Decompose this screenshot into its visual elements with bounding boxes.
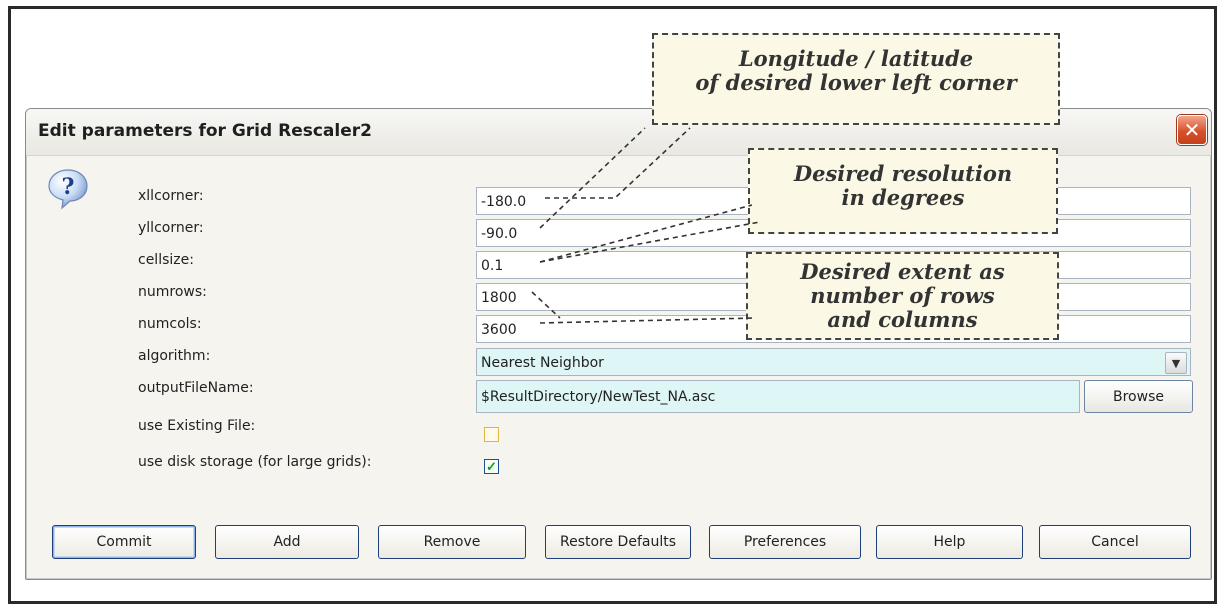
algorithm-select[interactable]: Nearest Neighbor ▼ (476, 348, 1191, 376)
restore-defaults-button[interactable]: Restore Defaults (545, 525, 691, 559)
xllcorner-label: xllcorner: (138, 188, 204, 204)
dialog-title: Edit parameters for Grid Rescaler2 (38, 121, 372, 141)
output-filename-label: outputFileName: (138, 380, 254, 396)
question-icon: ? (48, 169, 88, 210)
close-icon: ✕ (1183, 118, 1201, 142)
use-disk-storage-label: use disk storage (for large grids): (138, 454, 372, 470)
callout-extent: Desired extent as number of rows and col… (746, 252, 1059, 340)
add-button[interactable]: Add (215, 525, 359, 559)
remove-button[interactable]: Remove (378, 525, 526, 559)
callout-lower-left-line-2: of desired lower left corner (695, 70, 1017, 95)
callout-extent-line-2: number of rows (810, 283, 995, 308)
numrows-label: numrows: (138, 284, 207, 300)
output-filename-field[interactable]: $ResultDirectory/NewTest_NA.asc (476, 380, 1080, 413)
callout-extent-line-1: Desired extent as (800, 259, 1005, 284)
svg-text:?: ? (62, 174, 75, 200)
algorithm-label: algorithm: (138, 348, 211, 364)
commit-button[interactable]: Commit (52, 525, 196, 559)
callout-resolution-line-2: in degrees (841, 185, 965, 210)
callout-resolution: Desired resolution in degrees (748, 148, 1058, 234)
use-existing-file-label: use Existing File: (138, 418, 256, 434)
help-button[interactable]: Help (876, 525, 1023, 559)
callout-lower-left-corner: Longitude / latitude of desired lower le… (652, 33, 1060, 125)
use-disk-storage-checkbox[interactable]: ✓ (484, 459, 499, 474)
chevron-down-icon[interactable]: ▼ (1165, 352, 1187, 374)
callout-lower-left-line-1: Longitude / latitude (738, 46, 974, 71)
cellsize-label: cellsize: (138, 252, 194, 268)
callout-resolution-line-1: Desired resolution (793, 161, 1013, 186)
browse-button[interactable]: Browse (1084, 380, 1193, 413)
callout-extent-line-3: and columns (827, 307, 978, 332)
algorithm-selected-value: Nearest Neighbor (481, 355, 604, 371)
use-existing-file-checkbox[interactable] (484, 427, 499, 442)
numcols-label: numcols: (138, 316, 202, 332)
close-button[interactable]: ✕ (1177, 115, 1207, 145)
cancel-button[interactable]: Cancel (1039, 525, 1191, 559)
yllcorner-label: yllcorner: (138, 220, 204, 236)
preferences-button[interactable]: Preferences (709, 525, 861, 559)
